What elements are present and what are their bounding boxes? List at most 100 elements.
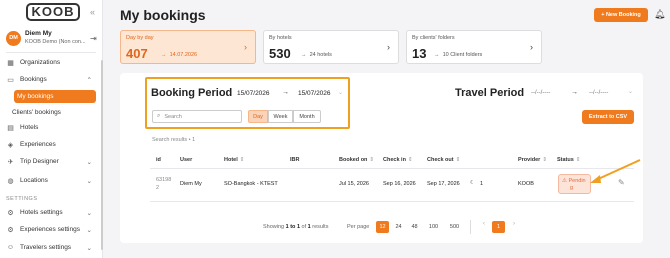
card-title: By clients' folders <box>412 35 455 41</box>
sidebar-item-clients-bookings[interactable]: Clients' bookings <box>12 106 94 119</box>
segment-day[interactable]: Day <box>248 110 268 123</box>
per-page-label: Per page <box>347 224 370 230</box>
card-value: 530 <box>269 46 291 61</box>
sidebar-item-experiences[interactable]: ◈ Experiences <box>6 138 96 151</box>
hotel-icon: ▤ <box>7 124 14 132</box>
users-icon: ☺ <box>6 244 15 251</box>
sort-icon: ⇕ <box>239 157 245 163</box>
card-sub: → 24 hotels <box>301 52 332 58</box>
chevron-right-icon: › <box>530 42 533 52</box>
sidebar-item-label: Locations <box>20 177 48 184</box>
sidebar-scrollbar[interactable] <box>101 60 103 250</box>
card-sub: → 10 Client folders <box>434 52 483 58</box>
per-page-100[interactable]: 100 <box>425 221 442 233</box>
user-name: Diem My <box>25 30 52 37</box>
chevron-down-icon: ⌄ <box>86 244 92 252</box>
cell-nights: 1 <box>480 181 484 187</box>
pagination: Showing 1 to 1 of 1 results Per page 12 … <box>150 216 634 240</box>
col-header-user[interactable]: User <box>180 157 192 163</box>
chevron-down-icon: ⌄ <box>86 209 92 217</box>
cell-hotel: SO-Bangkok - KTEST <box>224 181 278 187</box>
col-header-check-out[interactable]: Check out ⇕ <box>427 157 460 163</box>
sidebar-item-organizations[interactable]: ▦ Organizations <box>6 56 96 69</box>
sidebar-item-label: Bookings <box>20 76 47 83</box>
travel-period-title: Travel Period <box>455 87 525 99</box>
card-by-clients-folders[interactable]: By clients' folders 13 → 10 Client folde… <box>406 30 542 64</box>
segment-week[interactable]: Week <box>268 110 293 123</box>
per-page-48[interactable]: 48 <box>408 221 421 233</box>
sort-icon: ⇕ <box>575 157 581 163</box>
col-header-check-in[interactable]: Check in ⇕ <box>383 157 413 163</box>
col-header-provider[interactable]: Provider ⇕ <box>518 157 547 163</box>
sidebar-item-trip-designer[interactable]: ✈ Trip Designer ⌄ <box>6 155 96 168</box>
logout-icon[interactable]: ⇥ <box>90 34 97 43</box>
koob-logo[interactable]: KOOB <box>26 3 80 21</box>
segment-month[interactable]: Month <box>293 110 321 123</box>
chevron-right-icon: › <box>244 42 247 52</box>
sidebar-item-my-bookings[interactable]: My bookings <box>14 90 96 103</box>
extract-csv-button[interactable]: Extract to CSV <box>582 110 634 124</box>
col-header-status[interactable]: Status ⇕ <box>557 157 580 163</box>
prev-page-icon[interactable]: ‹ <box>483 221 485 227</box>
new-booking-button[interactable]: + New Booking <box>594 8 648 22</box>
collapse-sidebar-icon[interactable]: « <box>90 7 95 17</box>
booking-period-from[interactable]: 15/07/2026 <box>237 90 270 97</box>
sidebar-item-label: Organizations <box>20 59 61 66</box>
page-1-button[interactable]: 1 <box>492 221 505 233</box>
sidebar-item-bookings[interactable]: ▭ Bookings ⌃ <box>6 73 96 86</box>
moon-icon: ☾ <box>470 180 475 186</box>
card-title: Day by day <box>126 35 154 41</box>
bell-icon[interactable]: 🔔︎ <box>654 9 665 20</box>
booking-period-title: Booking Period <box>151 87 233 99</box>
briefcase-icon: ▭ <box>7 76 14 84</box>
next-page-icon[interactable]: › <box>513 221 515 227</box>
settings-heading: SETTINGS <box>6 196 38 202</box>
col-header-hotel[interactable]: Hotel ⇕ <box>224 157 244 163</box>
chevron-down-icon: ⌄ <box>338 90 344 96</box>
annotation-arrow <box>590 159 641 183</box>
status-badge: ⚠ Pendin g <box>558 174 591 194</box>
sidebar-item-locations[interactable]: ◍ Locations ⌄ <box>6 174 96 187</box>
sidebar-item-experiences-settings[interactable]: ⚙ Experiences settings ⌄ <box>6 223 96 236</box>
chevron-right-icon: › <box>387 42 390 52</box>
sidebar-item-hotels[interactable]: ▤ Hotels <box>6 121 96 134</box>
sidebar-item-travelers-settings[interactable]: ☺ Travelers settings ⌄ <box>6 241 96 254</box>
card-by-hotels[interactable]: By hotels 530 → 24 hotels › <box>263 30 399 64</box>
results-count: Search results • 1 <box>152 137 196 143</box>
user-profile[interactable]: DM Diem My KOOB Demo (Non con... ⇥ <box>6 30 98 47</box>
divider <box>150 168 634 169</box>
page-title: My bookings <box>120 7 206 23</box>
search-input[interactable]: ⌕ Search <box>152 110 242 123</box>
divider <box>6 52 96 53</box>
travel-period-to[interactable]: --/--/---- <box>589 90 608 96</box>
sort-icon: ⇕ <box>542 157 547 163</box>
cell-id-cont: 2 <box>156 185 160 191</box>
gear-icon: ⚙ <box>7 226 14 234</box>
sidebar-item-label: Travelers settings <box>20 244 72 251</box>
per-page-12[interactable]: 12 <box>376 221 389 233</box>
sidebar-item-label: Hotels <box>20 124 39 131</box>
travel-period-from[interactable]: --/--/---- <box>531 90 550 96</box>
cell-check-out: Sep 17, 2026 <box>427 181 460 187</box>
cell-provider: KOOB <box>518 181 534 187</box>
booking-period-to[interactable]: 15/07/2026 <box>298 90 331 97</box>
sidebar-item-label: Clients' bookings <box>12 109 61 116</box>
col-header-id[interactable]: id <box>156 157 161 163</box>
sidebar-item-label: Experiences settings <box>20 226 80 233</box>
sidebar: KOOB « DM Diem My KOOB Demo (Non con... … <box>0 0 103 258</box>
trip-icon: ✈ <box>7 158 14 166</box>
card-day-by-day[interactable]: Day by day 407 → 14.07.2026 › <box>120 30 256 64</box>
per-page-24[interactable]: 24 <box>392 221 405 233</box>
building-icon: ▦ <box>7 59 14 67</box>
col-header-booked-on[interactable]: Booked on ⇕ <box>339 157 374 163</box>
card-title: By hotels <box>269 35 292 41</box>
per-page-500[interactable]: 500 <box>446 221 463 233</box>
search-placeholder: Search <box>164 113 182 120</box>
chevron-down-icon: ⌄ <box>86 177 92 185</box>
sidebar-item-hotels-settings[interactable]: ⚙ Hotels settings ⌄ <box>6 206 96 219</box>
col-header-ibr[interactable]: IBR <box>290 157 299 163</box>
sidebar-item-label: Hotels settings <box>20 209 63 216</box>
cell-user: Diem My <box>180 181 202 187</box>
sidebar-item-label: Experiences <box>20 141 56 148</box>
chevron-down-icon: ⌄ <box>86 158 92 166</box>
